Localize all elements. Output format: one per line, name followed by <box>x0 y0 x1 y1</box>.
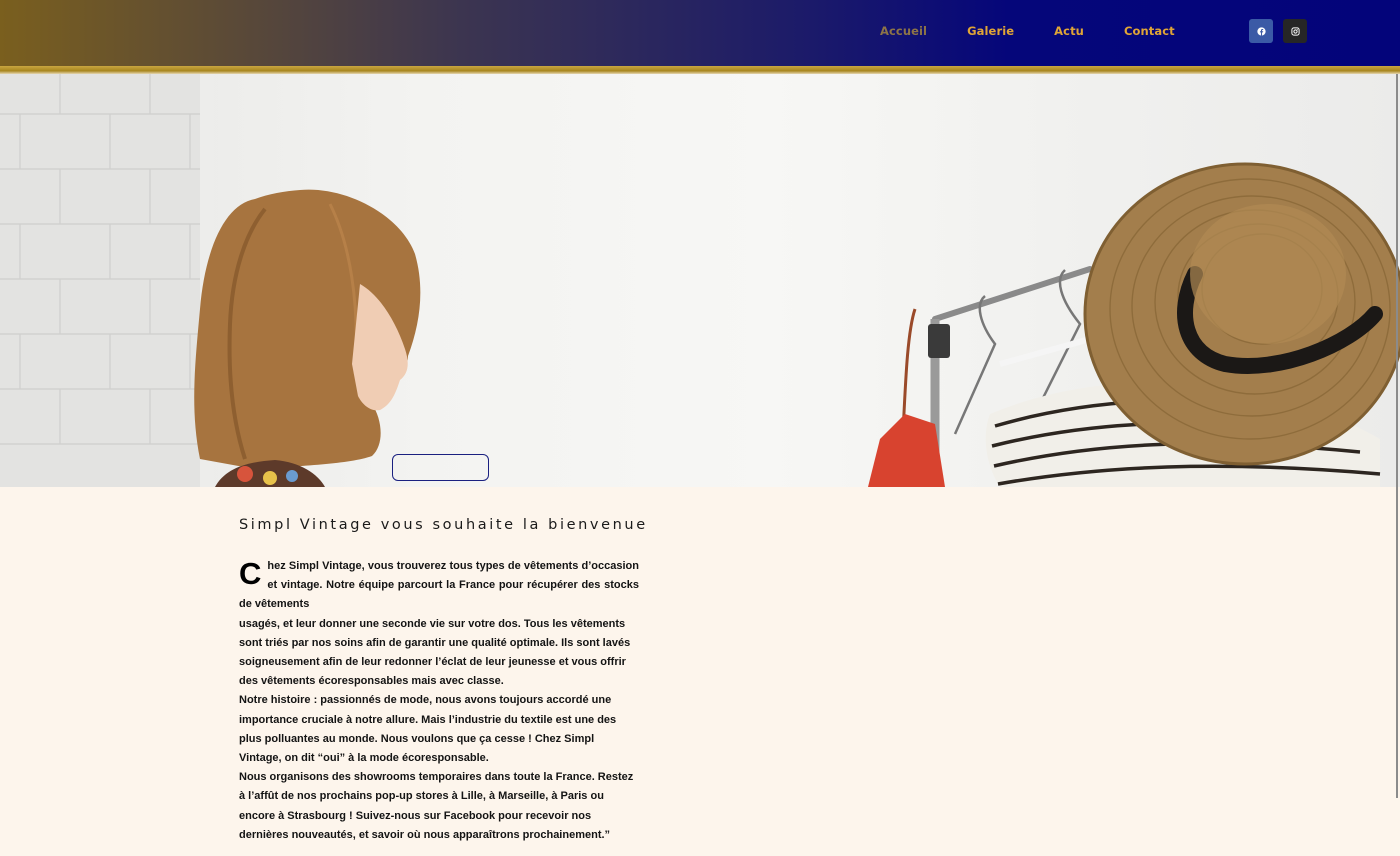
paragraph-intro: Chez Simpl Vintage, vous trouverez tous … <box>239 557 639 615</box>
site-header: Accueil Galerie Actu Contact <box>0 0 1400 66</box>
welcome-text: Chez Simpl Vintage, vous trouverez tous … <box>239 557 639 845</box>
main-nav: Accueil Galerie Actu Contact <box>860 0 1195 62</box>
hero-cta-button[interactable] <box>392 454 489 481</box>
hero-banner <box>0 74 1400 487</box>
facebook-button[interactable] <box>1249 19 1273 43</box>
paragraph-quality: usagés, et leur donner une seconde vie s… <box>239 617 631 688</box>
paragraph-showrooms: Nous organisons des showrooms temporaire… <box>239 771 634 841</box>
facebook-icon <box>1256 26 1266 36</box>
nav-item-accueil[interactable]: Accueil <box>880 24 927 38</box>
nav-item-contact[interactable]: Contact <box>1124 24 1175 38</box>
section-title: Simpl Vintage vous souhaite la bienvenue <box>239 517 648 533</box>
instagram-button[interactable] <box>1283 19 1307 43</box>
drop-cap: C <box>239 556 262 591</box>
hero-image <box>0 74 1400 487</box>
instagram-icon <box>1290 26 1300 36</box>
paragraph-intro-text: hez Simpl Vintage, vous trouverez tous t… <box>239 560 639 611</box>
social-links <box>1249 19 1307 43</box>
header-stripe <box>0 66 1400 74</box>
paragraph-history: Notre histoire : passionnés de mode, nou… <box>239 694 617 765</box>
nav-item-galerie[interactable]: Galerie <box>967 24 1014 38</box>
nav-item-actu[interactable]: Actu <box>1054 24 1084 38</box>
scrollbar[interactable] <box>1396 74 1398 798</box>
welcome-section: Simpl Vintage vous souhaite la bienvenue… <box>239 517 648 845</box>
